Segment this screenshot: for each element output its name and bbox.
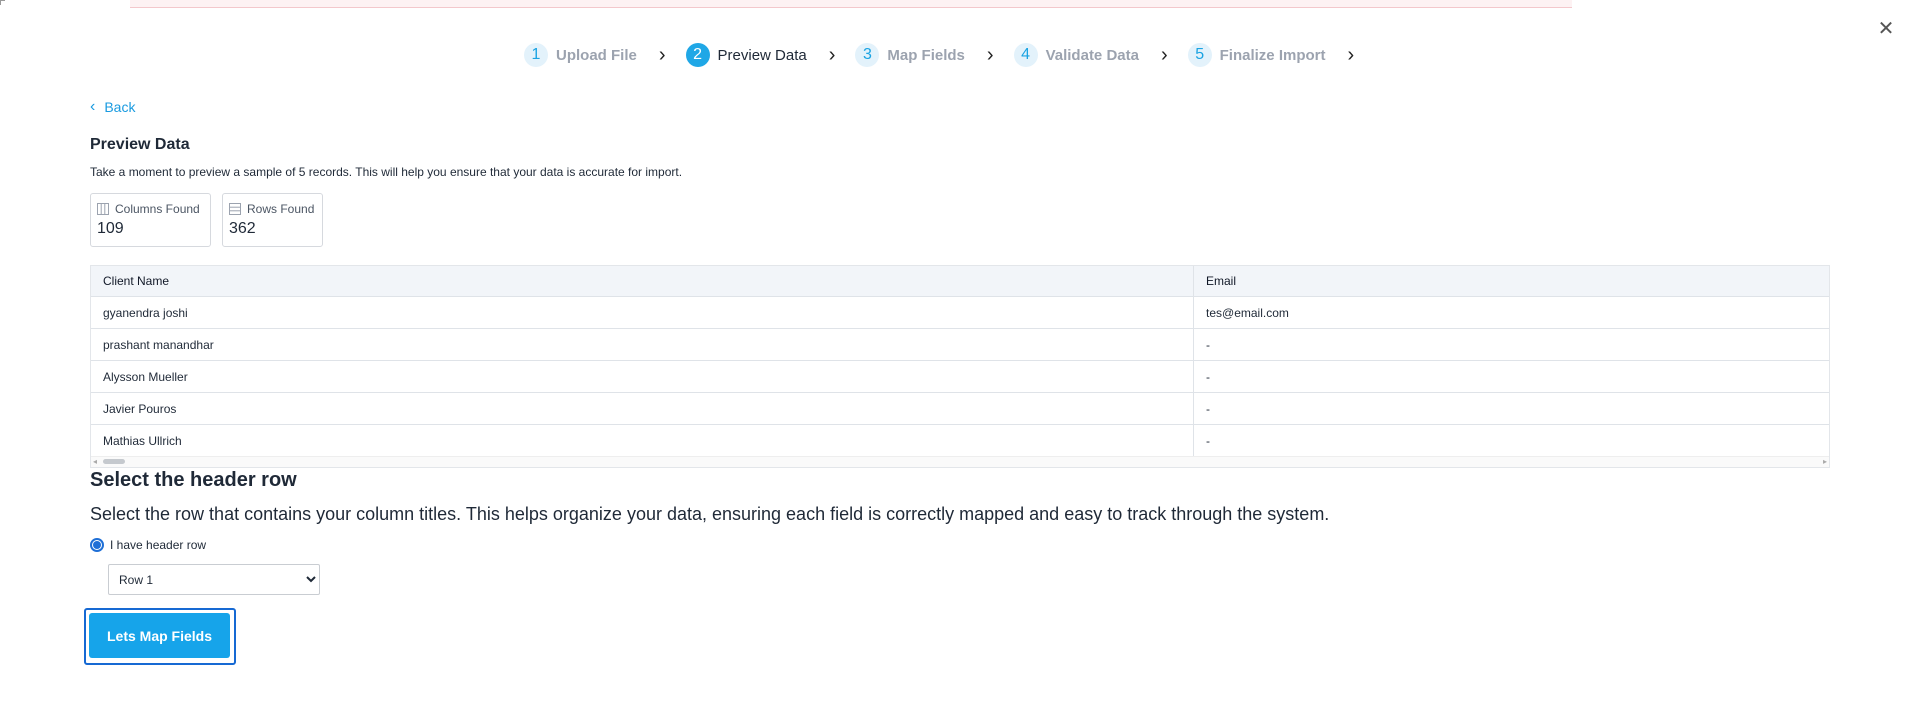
step-map-fields[interactable]: 3 Map Fields	[855, 43, 965, 67]
radio-selected-icon[interactable]	[90, 538, 104, 552]
step-label: Finalize Import	[1219, 46, 1326, 64]
stat-label: Rows Found	[247, 202, 315, 216]
header-row-title: Select the header row	[90, 469, 297, 491]
corner-mark	[0, 0, 5, 5]
table-row: Alysson Mueller -	[91, 360, 1829, 393]
cell-client-name: Javier Pouros	[91, 392, 1194, 425]
cell-client-name: gyanendra joshi	[91, 296, 1194, 329]
step-validate-data[interactable]: 4 Validate Data	[1013, 43, 1139, 67]
rows-icon	[229, 203, 241, 215]
step-label: Upload File	[556, 46, 637, 64]
step-number: 2	[685, 43, 710, 67]
chevron-right-icon: ›	[1160, 44, 1168, 66]
horizontal-scrollbar[interactable]: ◂ ▸	[91, 456, 1829, 467]
column-header-email: Email	[1193, 266, 1829, 297]
cell-email: tes@email.com	[1193, 296, 1829, 329]
chevron-left-icon: ‹	[90, 98, 96, 115]
step-label: Preview Data	[717, 46, 807, 64]
step-number: 4	[1013, 43, 1038, 67]
close-icon[interactable]: ✕	[1875, 18, 1897, 40]
step-number: 1	[524, 43, 548, 67]
page-description: Take a moment to preview a sample of 5 r…	[90, 165, 683, 179]
scrollbar-thumb[interactable]	[103, 459, 125, 464]
cell-client-name: Alysson Mueller	[91, 360, 1194, 393]
back-label: Back	[104, 99, 136, 115]
stat-value: 362	[229, 220, 256, 237]
cell-email: -	[1193, 392, 1829, 425]
chevron-right-icon: ›	[658, 44, 666, 66]
table-row: Mathias Ullrich -	[91, 424, 1829, 457]
columns-found-card: Columns Found 109	[90, 193, 211, 247]
scroll-right-icon[interactable]: ▸	[1823, 457, 1827, 466]
step-finalize-import[interactable]: 5 Finalize Import	[1187, 43, 1326, 67]
step-label: Validate Data	[1045, 46, 1139, 64]
stat-value: 109	[97, 220, 124, 237]
lets-map-fields-button[interactable]: Lets Map Fields	[89, 613, 230, 658]
cell-email: -	[1193, 424, 1829, 457]
preview-table: Client Name Email gyanendra joshi tes@em…	[90, 265, 1830, 468]
table-header-row: Client Name Email	[91, 266, 1829, 297]
table-row: prashant manandhar -	[91, 328, 1829, 361]
chevron-right-icon: ›	[986, 44, 994, 66]
column-header-client-name: Client Name	[91, 266, 1194, 297]
rows-found-card: Rows Found 362	[222, 193, 323, 247]
radio-label: I have header row	[110, 538, 207, 552]
cell-email: -	[1193, 328, 1829, 361]
page-title: Preview Data	[90, 136, 190, 153]
step-label: Map Fields	[887, 46, 965, 64]
header-row-description: Select the row that contains your column…	[90, 504, 1330, 524]
stat-label: Columns Found	[115, 202, 200, 216]
top-banner-strip	[130, 0, 1572, 8]
chevron-right-icon: ›	[1347, 44, 1355, 66]
step-number: 5	[1187, 43, 1212, 67]
stat-header: Columns Found	[97, 202, 200, 216]
cell-client-name: prashant manandhar	[91, 328, 1194, 361]
cell-client-name: Mathias Ullrich	[91, 424, 1194, 457]
import-stepper: 1 Upload File › 2 Preview Data › 3 Map F…	[524, 42, 1374, 68]
header-row-select[interactable]: Row 1	[108, 564, 320, 595]
step-upload-file[interactable]: 1 Upload File	[524, 43, 637, 67]
back-link[interactable]: ‹ Back	[90, 98, 135, 116]
scroll-left-icon[interactable]: ◂	[93, 457, 97, 466]
table-row: Javier Pouros -	[91, 392, 1829, 425]
stat-header: Rows Found	[229, 202, 314, 216]
columns-icon	[97, 203, 109, 215]
step-number: 3	[855, 43, 880, 67]
cell-email: -	[1193, 360, 1829, 393]
table-row: gyanendra joshi tes@email.com	[91, 296, 1829, 329]
step-preview-data[interactable]: 2 Preview Data	[685, 43, 807, 67]
chevron-right-icon: ›	[828, 44, 836, 66]
header-row-radio[interactable]: I have header row	[90, 538, 206, 552]
